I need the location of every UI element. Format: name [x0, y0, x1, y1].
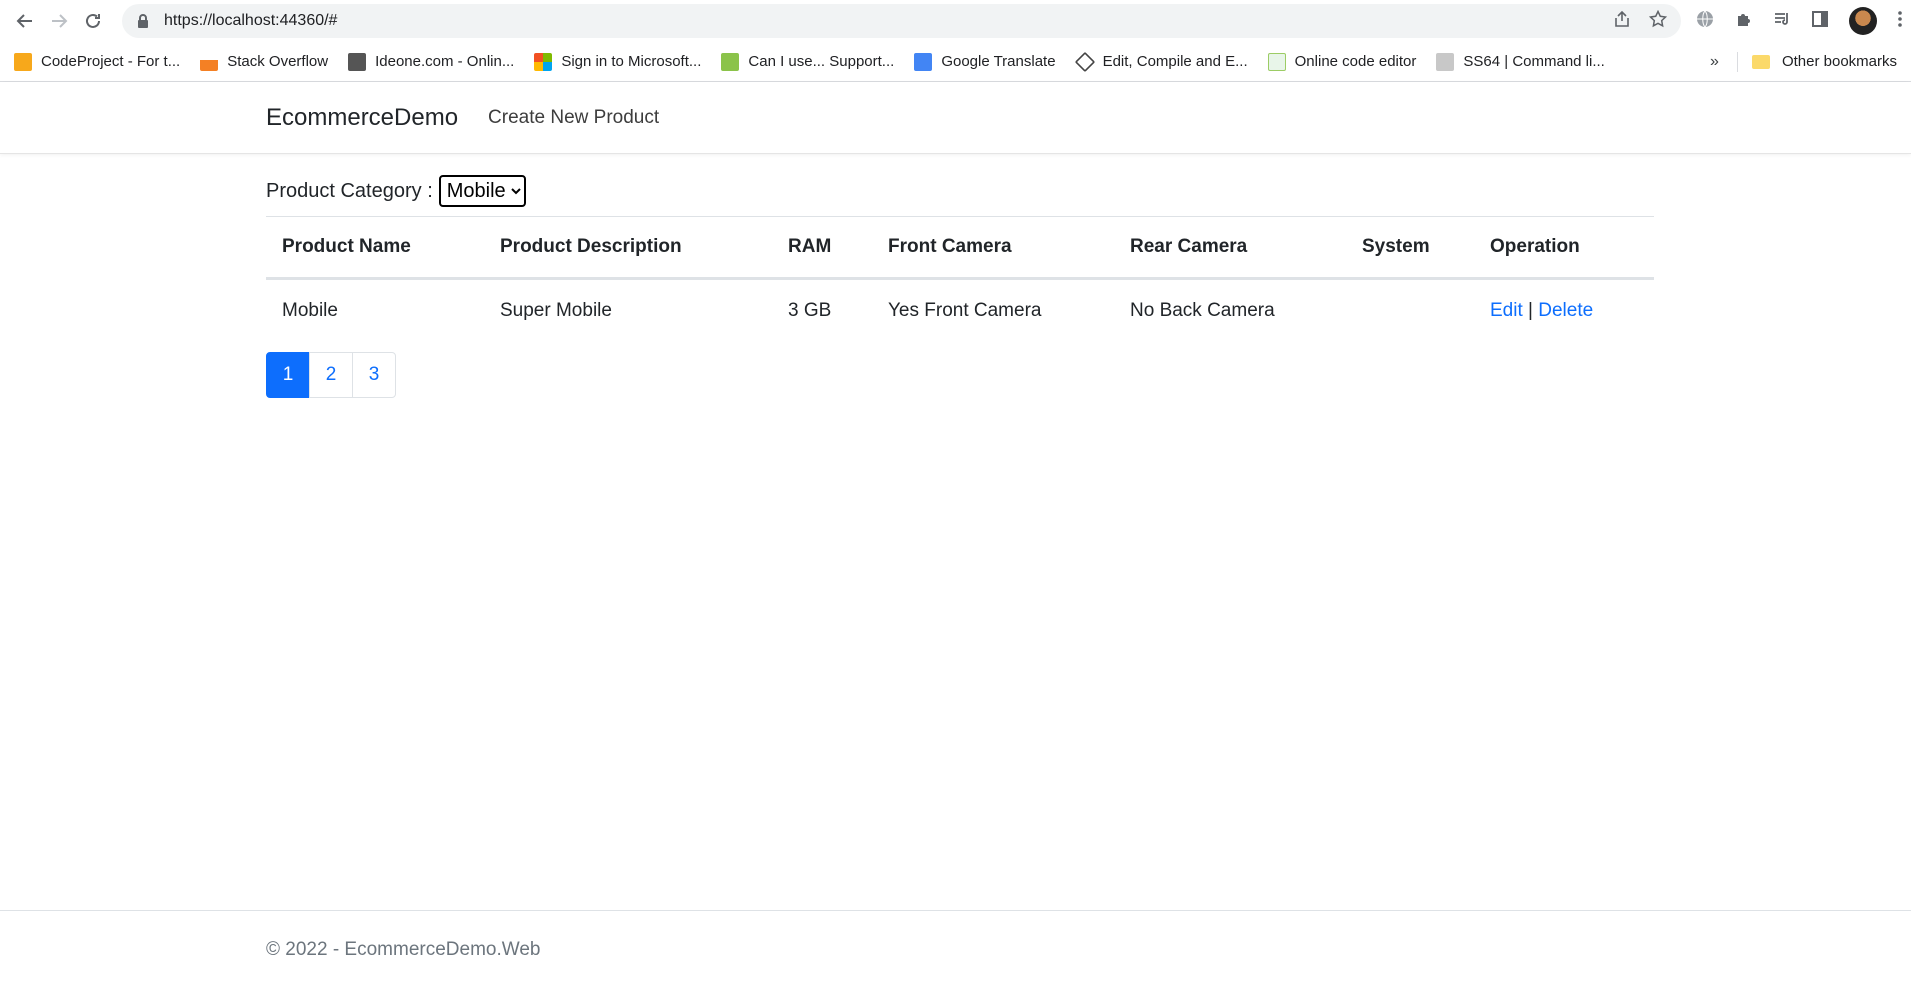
caniuse-icon: [721, 52, 740, 71]
share-icon[interactable]: [1613, 10, 1631, 33]
side-panel-icon[interactable]: [1811, 10, 1829, 33]
category-filter: Product Category : Mobile: [266, 174, 1654, 208]
ss64-icon: [1436, 52, 1455, 71]
table-header-row: Product Name Product Description RAM Fro…: [266, 216, 1654, 279]
google-translate-icon: [914, 52, 933, 71]
bookmarks-divider: [1736, 51, 1738, 72]
column-header-rear-camera: Rear Camera: [1130, 236, 1248, 257]
online-editor-icon: [1267, 52, 1286, 71]
app-navbar: EcommerceDemo Create New Product: [0, 82, 1911, 154]
url-text: https://localhost:44360/#: [164, 12, 338, 29]
create-new-product-link[interactable]: Create New Product: [488, 107, 659, 129]
main-content: Product Category : Mobile Product Name P…: [266, 174, 1654, 398]
bookmark-edit-compile[interactable]: Edit, Compile and E...: [1074, 51, 1248, 72]
other-bookmarks[interactable]: Other bookmarks: [1782, 53, 1897, 70]
table-row: Mobile Super Mobile 3 GB Yes Front Camer…: [266, 279, 1654, 343]
bookmark-label: Online code editor: [1294, 53, 1417, 70]
column-header-product-description: Product Description: [500, 236, 682, 257]
brand-link[interactable]: EcommerceDemo: [266, 104, 458, 132]
bookmark-codeproject[interactable]: CodeProject - For t...: [14, 52, 181, 71]
cell-product-name: Mobile: [282, 300, 338, 322]
more-menu-icon[interactable]: [1897, 10, 1903, 33]
address-bar[interactable]: https://localhost:44360/#: [122, 4, 1681, 38]
bookmark-label: Google Translate: [941, 53, 1056, 70]
delete-link[interactable]: Delete: [1538, 300, 1593, 321]
operation-separator: |: [1528, 300, 1533, 322]
bookmark-google-translate[interactable]: Google Translate: [914, 52, 1056, 71]
forward-arrow-icon[interactable]: [42, 4, 76, 38]
column-header-product-name: Product Name: [282, 236, 411, 257]
column-header-system: System: [1362, 236, 1430, 257]
reload-icon[interactable]: [76, 4, 110, 38]
bookmark-label: Ideone.com - Onlin...: [375, 53, 515, 70]
cell-system: [1346, 279, 1474, 343]
footer-copyright: © 2022 - EcommerceDemo.Web: [266, 939, 541, 960]
bookmark-microsoft[interactable]: Sign in to Microsoft...: [534, 52, 702, 71]
column-header-ram: RAM: [788, 236, 832, 257]
bookmark-ss64[interactable]: SS64 | Command li...: [1436, 52, 1605, 71]
bookmark-label: Stack Overflow: [227, 53, 329, 70]
codeproject-icon: [14, 52, 32, 71]
diamond-icon: [1074, 51, 1095, 72]
reading-list-icon[interactable]: [1773, 10, 1791, 33]
back-arrow-icon[interactable]: [8, 4, 42, 38]
products-table: Product Name Product Description RAM Fro…: [266, 216, 1654, 343]
category-select[interactable]: Mobile: [438, 175, 526, 207]
cell-front-camera: Yes Front Camera: [888, 300, 1042, 322]
stack-overflow-icon: [200, 52, 219, 71]
bookmark-label: Sign in to Microsoft...: [561, 53, 702, 70]
page-button-1[interactable]: 1: [266, 351, 310, 398]
star-icon[interactable]: [1648, 9, 1668, 33]
column-header-front-camera: Front Camera: [888, 236, 1012, 257]
extensions-puzzle-icon[interactable]: [1735, 10, 1753, 33]
bookmark-stack-overflow[interactable]: Stack Overflow: [200, 52, 329, 71]
globe-icon[interactable]: [1695, 9, 1715, 34]
folder-icon: [1751, 54, 1770, 69]
ideone-icon: [348, 52, 367, 71]
bookmarks-bar: CodeProject - For t... Stack Overflow Id…: [0, 42, 1911, 82]
browser-toolbar: https://localhost:44360/#: [0, 0, 1911, 42]
footer: © 2022 - EcommerceDemo.Web: [0, 910, 1911, 983]
cell-product-description: Super Mobile: [500, 300, 612, 322]
cell-rear-camera: No Back Camera: [1130, 300, 1275, 322]
bookmark-ideone[interactable]: Ideone.com - Onlin...: [348, 52, 515, 71]
pagination: 1 2 3: [266, 351, 1654, 398]
column-header-operation: Operation: [1490, 236, 1580, 257]
profile-avatar[interactable]: [1849, 7, 1877, 35]
page-button-3[interactable]: 3: [352, 351, 396, 398]
category-filter-label: Product Category :: [266, 179, 433, 202]
bookmark-label: Can I use... Support...: [748, 53, 895, 70]
bookmark-caniuse[interactable]: Can I use... Support...: [721, 52, 895, 71]
bookmark-label: CodeProject - For t...: [41, 53, 181, 70]
page-button-2[interactable]: 2: [309, 351, 353, 398]
bookmark-label: Edit, Compile and E...: [1102, 53, 1248, 70]
cell-operation: Edit | Delete: [1474, 279, 1654, 343]
more-bookmarks-chevron-icon[interactable]: »: [1710, 53, 1719, 71]
lock-icon: [136, 14, 150, 28]
microsoft-icon: [534, 52, 553, 71]
edit-link[interactable]: Edit: [1490, 300, 1523, 321]
bookmark-online-code-editor[interactable]: Online code editor: [1267, 52, 1417, 71]
cell-ram: 3 GB: [788, 300, 832, 322]
bookmark-label: SS64 | Command li...: [1463, 53, 1605, 70]
